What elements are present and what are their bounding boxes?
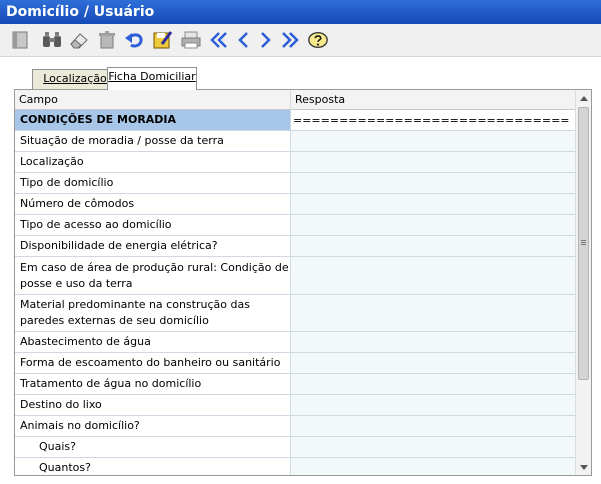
help-icon <box>308 31 328 49</box>
answer-cell[interactable] <box>291 416 575 436</box>
new-record-button[interactable] <box>9 29 31 51</box>
table-row[interactable]: Animais no domicílio? <box>15 416 575 437</box>
previous-record-button[interactable] <box>232 29 254 51</box>
first-record-icon <box>210 32 227 48</box>
field-cell: Destino do lixo <box>15 395 291 415</box>
field-cell: Em caso de área de produção rural: Condi… <box>15 257 291 294</box>
scroll-down-button[interactable] <box>576 459 591 475</box>
field-cell: Disponibilidade de energia elétrica? <box>15 236 291 256</box>
vertical-scrollbar[interactable] <box>575 90 591 475</box>
field-cell: Número de cômodos <box>15 194 291 214</box>
triangle-down-icon <box>580 464 588 470</box>
first-record-button[interactable] <box>208 29 230 51</box>
table-row[interactable]: Situação de moradia / posse da terra <box>15 131 575 152</box>
answer-cell[interactable] <box>291 131 575 151</box>
scroll-thumb[interactable] <box>578 107 589 380</box>
print-button[interactable] <box>180 29 202 51</box>
clear-button[interactable] <box>68 29 90 51</box>
new-record-icon <box>12 31 28 49</box>
field-cell: Material predominante na construção das … <box>15 295 291 331</box>
next-record-button[interactable] <box>255 29 277 51</box>
table-row[interactable]: Em caso de área de produção rural: Condi… <box>15 257 575 295</box>
table-row[interactable]: Quantos? <box>15 458 575 475</box>
data-grid: Campo Resposta CONDIÇÕES DE MORADIA ====… <box>14 89 592 476</box>
table-row[interactable]: Quais? <box>15 437 575 458</box>
tab-strip: Localização Ficha Domiciliar <box>14 67 594 90</box>
next-record-icon <box>261 32 271 48</box>
answer-cell[interactable] <box>291 152 575 172</box>
column-header-campo[interactable]: Campo <box>15 90 291 110</box>
table-row[interactable]: Tipo de acesso ao domicílio <box>15 215 575 236</box>
window-title: Domicílio / Usuário <box>0 0 601 24</box>
field-cell: Quais? <box>15 437 291 457</box>
field-cell: Animais no domicílio? <box>15 416 291 436</box>
toolbar <box>0 24 601 57</box>
trash-icon <box>99 31 115 49</box>
table-row[interactable]: Disponibilidade de energia elétrica? <box>15 236 575 257</box>
last-record-button[interactable] <box>279 29 301 51</box>
answer-cell[interactable] <box>291 173 575 193</box>
field-cell: Quantos? <box>15 458 291 475</box>
triangle-up-icon <box>580 95 588 101</box>
table-row[interactable]: Forma de escoamento do banheiro ou sanit… <box>15 353 575 374</box>
previous-record-icon <box>238 32 248 48</box>
field-cell: Situação de moradia / posse da terra <box>15 131 291 151</box>
field-cell: Localização <box>15 152 291 172</box>
grid-body: CONDIÇÕES DE MORADIA ===================… <box>15 110 575 475</box>
tab-ficha-domiciliar[interactable]: Ficha Domiciliar <box>107 67 197 90</box>
undo-button[interactable] <box>123 29 145 51</box>
delete-button[interactable] <box>96 29 118 51</box>
table-row[interactable]: Material predominante na construção das … <box>15 295 575 332</box>
undo-icon <box>125 33 143 48</box>
answer-cell[interactable] <box>291 194 575 214</box>
answer-cell[interactable] <box>291 236 575 256</box>
field-cell: Tipo de domicílio <box>15 173 291 193</box>
answer-cell[interactable] <box>291 353 575 373</box>
field-cell: Tratamento de água no domicílio <box>15 374 291 394</box>
eraser-icon <box>70 33 88 49</box>
help-button[interactable] <box>307 29 329 51</box>
table-row[interactable]: Abastecimento de água <box>15 332 575 353</box>
table-row[interactable]: Destino do lixo <box>15 395 575 416</box>
last-record-icon <box>282 32 299 48</box>
printer-icon <box>181 31 201 49</box>
tab-localizacao[interactable]: Localização <box>32 69 118 89</box>
answer-cell[interactable] <box>291 395 575 415</box>
scroll-up-button[interactable] <box>576 90 591 106</box>
table-row[interactable]: Tratamento de água no domicílio <box>15 374 575 395</box>
answer-cell[interactable] <box>291 295 575 331</box>
answer-cell[interactable] <box>291 257 575 294</box>
answer-cell[interactable] <box>291 437 575 457</box>
binoculars-icon <box>43 32 61 47</box>
answer-cell[interactable] <box>291 374 575 394</box>
answer-cell[interactable] <box>291 332 575 352</box>
search-button[interactable] <box>41 29 63 51</box>
grid-header: Campo Resposta <box>15 90 575 110</box>
field-cell: CONDIÇÕES DE MORADIA <box>15 110 291 130</box>
field-cell: Abastecimento de água <box>15 332 291 352</box>
table-row[interactable]: CONDIÇÕES DE MORADIA ===================… <box>15 110 575 131</box>
answer-cell[interactable] <box>291 458 575 475</box>
field-cell: Tipo de acesso ao domicílio <box>15 215 291 235</box>
table-row[interactable]: Localização <box>15 152 575 173</box>
answer-cell[interactable]: ============================== <box>291 110 575 130</box>
save-button[interactable] <box>152 29 174 51</box>
table-row[interactable]: Tipo de domicílio <box>15 173 575 194</box>
answer-cell[interactable] <box>291 215 575 235</box>
column-header-resposta[interactable]: Resposta <box>291 90 575 110</box>
edit-save-icon <box>153 31 173 49</box>
table-row[interactable]: Número de cômodos <box>15 194 575 215</box>
field-cell: Forma de escoamento do banheiro ou sanit… <box>15 353 291 373</box>
